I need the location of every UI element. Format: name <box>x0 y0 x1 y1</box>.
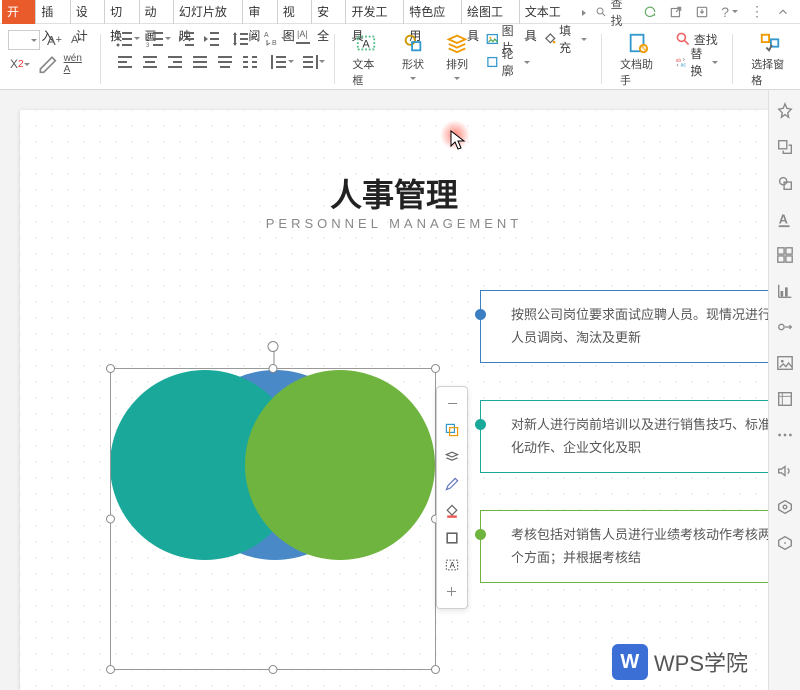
collapse-ribbon-icon[interactable] <box>776 5 790 19</box>
tab-texttools[interactable]: 文本工具 <box>520 0 577 24</box>
clear-format-icon[interactable] <box>37 55 57 73</box>
slide-title-cn: 人事管理 <box>330 170 458 216</box>
phonetic-icon[interactable]: wénA <box>62 55 84 73</box>
menu-bar: 开始 插入 设计 切换 动画 幻灯片放映 审阅 视图 安全 开发工具 特色应用 … <box>0 0 800 24</box>
font-dropdown[interactable] <box>8 30 40 50</box>
card-1[interactable]: 按照公司岗位要求面试应聘人员。现情况进行人员调岗、淘汰及更新 <box>480 290 768 363</box>
venn-diagram[interactable] <box>110 370 430 690</box>
bullets-icon[interactable] <box>115 30 135 48</box>
tab-slideshow[interactable]: 幻灯片放映 <box>174 0 243 24</box>
ft-pen[interactable] <box>439 471 465 497</box>
replace-button[interactable]: abac替换 <box>675 53 719 71</box>
spacing-left-icon[interactable] <box>269 53 289 71</box>
sp-text-icon[interactable]: A <box>776 210 794 228</box>
search-icon <box>595 5 607 19</box>
sp-zoom-icon[interactable] <box>776 390 794 408</box>
sp-chart-icon[interactable] <box>776 282 794 300</box>
ft-layers[interactable] <box>439 444 465 470</box>
dochelper-button[interactable]: ✎ 文档助手 <box>616 30 661 90</box>
svg-text:3: 3 <box>146 43 150 49</box>
ft-crop[interactable] <box>439 525 465 551</box>
floating-shape-toolbar: A <box>436 386 468 609</box>
vertical-align-icon[interactable]: |A| <box>293 30 313 48</box>
sp-more-icon[interactable] <box>776 426 794 444</box>
sp-transform-icon[interactable] <box>776 138 794 156</box>
ribbon: A+ A− X2 wénA 123 AB |A| <box>0 24 800 90</box>
subscript-icon[interactable]: X2 <box>8 55 32 73</box>
tab-design[interactable]: 设计 <box>71 0 105 24</box>
shape-button[interactable]: 形状 <box>398 30 428 85</box>
svg-text:|A|: |A| <box>297 29 308 39</box>
tabs-overflow[interactable] <box>576 5 595 19</box>
sp-beautify-icon[interactable] <box>776 102 794 120</box>
text-direction-icon[interactable]: AB <box>262 30 282 48</box>
card-3[interactable]: 考核包括对销售人员进行业绩考核动作考核两个方面；并根据考核结 <box>480 510 768 583</box>
share-icon[interactable] <box>669 5 683 19</box>
bullet-dot-icon <box>475 419 486 430</box>
card-2[interactable]: 对新人进行岗前培训以及进行销售技巧、标准化动作、企业文化及职 <box>480 400 768 473</box>
ft-expand[interactable] <box>439 579 465 605</box>
tab-special[interactable]: 特色应用 <box>404 0 462 24</box>
tab-transition[interactable]: 切换 <box>105 0 139 24</box>
ft-fill[interactable] <box>439 498 465 524</box>
ft-text[interactable]: A <box>439 552 465 578</box>
svg-text:A: A <box>264 32 269 39</box>
increase-font-icon[interactable]: A+ <box>45 31 64 49</box>
tab-drawing[interactable]: 绘图工具 <box>462 0 520 24</box>
decrease-font-icon[interactable]: A− <box>69 31 86 49</box>
select-pane-button[interactable]: 选择窗格 <box>747 30 792 90</box>
svg-text:A: A <box>363 39 371 51</box>
distribute-horiz-icon[interactable] <box>215 53 235 71</box>
more-icon[interactable]: ⋮ <box>750 3 764 20</box>
wps-logo-icon: W <box>612 644 648 680</box>
ft-format[interactable] <box>439 417 465 443</box>
arrange-button[interactable]: 排列 <box>442 30 472 85</box>
sync-icon[interactable] <box>643 5 657 19</box>
svg-text:✎: ✎ <box>641 44 647 53</box>
tab-view[interactable]: 视图 <box>278 0 312 24</box>
line-spacing-icon[interactable] <box>231 30 251 48</box>
workspace: 人事管理 PERSONNEL MANAGEMENT 按照公司岗位要求面试应聘人员… <box>0 90 768 690</box>
help-icon[interactable]: ? <box>721 4 738 20</box>
align-right-icon[interactable] <box>165 53 185 71</box>
tab-review[interactable]: 审阅 <box>243 0 277 24</box>
tab-devtools[interactable]: 开发工具 <box>346 0 404 24</box>
bullet-dot-icon <box>475 309 486 320</box>
sp-image-icon[interactable] <box>776 354 794 372</box>
svg-text:A: A <box>778 213 787 227</box>
fill-button[interactable]: 填充 <box>544 30 588 48</box>
tab-animation[interactable]: 动画 <box>140 0 174 24</box>
ft-collapse[interactable] <box>439 390 465 416</box>
sp-shape-icon[interactable] <box>776 174 794 192</box>
align-center-icon[interactable] <box>140 53 160 71</box>
align-left-icon[interactable] <box>115 53 135 71</box>
svg-text:ac: ac <box>680 62 686 68</box>
sp-animation-icon[interactable] <box>776 318 794 336</box>
watermark: W WPS学院 <box>612 644 748 680</box>
search-box[interactable]: 查找 <box>595 0 631 29</box>
tab-insert[interactable]: 插入 <box>36 0 70 24</box>
sp-audio-icon[interactable] <box>776 462 794 480</box>
circle-green[interactable] <box>245 370 435 560</box>
numbering-icon[interactable]: 123 <box>146 30 166 48</box>
bullet-dot-icon <box>475 529 486 540</box>
indent-icon[interactable] <box>202 30 222 48</box>
outline-button[interactable]: 轮廓 <box>486 53 530 71</box>
svg-text:A: A <box>450 561 456 570</box>
sp-help-icon[interactable] <box>776 534 794 552</box>
side-panel: A <box>768 90 800 690</box>
sp-settings-icon[interactable] <box>776 498 794 516</box>
slide-canvas[interactable]: 人事管理 PERSONNEL MANAGEMENT 按照公司岗位要求面试应聘人员… <box>20 110 768 690</box>
spacing-right-icon[interactable] <box>300 53 320 71</box>
columns-icon[interactable] <box>240 53 260 71</box>
svg-text:B: B <box>272 40 277 47</box>
align-justify-icon[interactable] <box>190 53 210 71</box>
tab-start[interactable]: 开始 <box>2 0 36 24</box>
sp-layout-icon[interactable] <box>776 246 794 264</box>
outdent-icon[interactable] <box>177 30 197 48</box>
slide-title-en: PERSONNEL MANAGEMENT <box>266 216 523 231</box>
save-icon[interactable] <box>695 5 709 19</box>
tab-security[interactable]: 安全 <box>312 0 346 24</box>
